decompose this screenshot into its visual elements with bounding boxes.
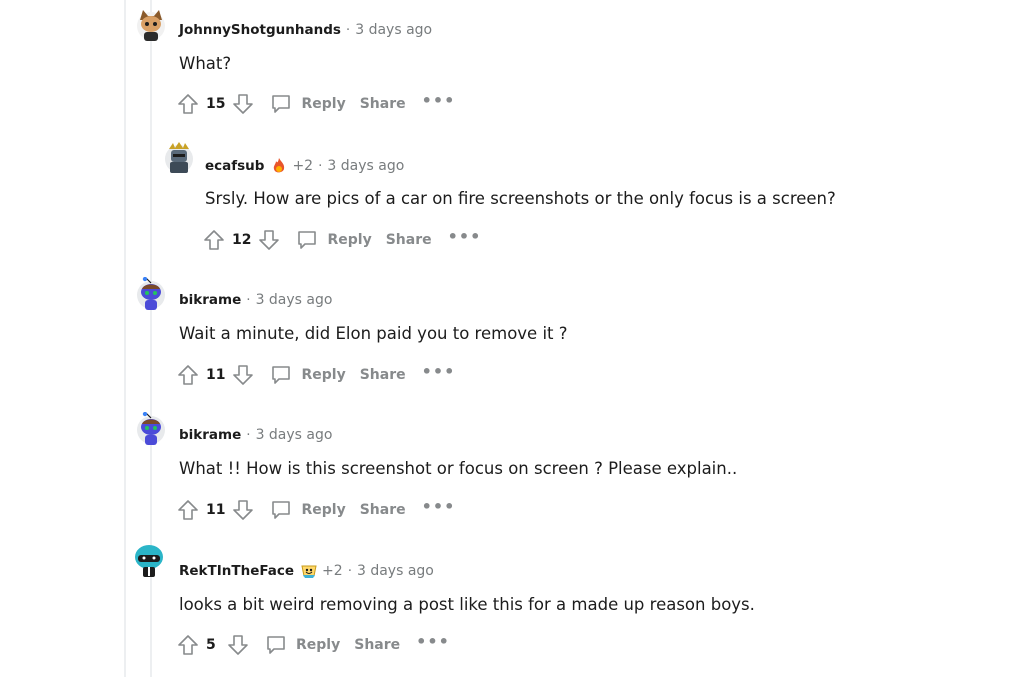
comment-bubble-icon <box>272 501 291 519</box>
comment-actions: 12 Reply Share ••• <box>202 227 481 253</box>
comment-body: What? <box>179 54 232 73</box>
vote-score: 11 <box>206 502 226 518</box>
meta-separator: · <box>347 563 352 579</box>
comment-body: Wait a minute, did Elon paid you to remo… <box>179 324 568 343</box>
upvote-icon[interactable] <box>176 633 200 657</box>
reply-label: Reply <box>327 232 372 248</box>
reply-button[interactable]: Reply <box>269 363 346 387</box>
upvote-icon[interactable] <box>202 228 226 252</box>
comment-timestamp[interactable]: 3 days ago <box>256 292 333 308</box>
reply-button[interactable]: Reply <box>264 633 340 657</box>
comment-actions: 11 Reply Share ••• <box>176 362 455 388</box>
reply-button[interactable]: Reply <box>295 228 372 252</box>
comment-bubble-icon <box>272 95 291 113</box>
upvote-icon[interactable] <box>176 92 200 116</box>
reply-label: Reply <box>296 637 341 653</box>
comment-meta: RekTInTheFace +2 · 3 days ago <box>179 562 434 580</box>
avatar[interactable] <box>134 277 168 311</box>
wholesome-award-icon[interactable] <box>300 562 318 580</box>
avatar[interactable] <box>134 412 168 446</box>
upvote-icon[interactable] <box>176 363 200 387</box>
meta-separator: · <box>318 158 323 174</box>
author-name[interactable]: RekTInTheFace <box>179 563 294 579</box>
more-options-button[interactable]: ••• <box>422 93 456 112</box>
reply-button[interactable]: Reply <box>269 92 346 116</box>
comment-body: looks a bit weird removing a post like t… <box>179 595 755 614</box>
downvote-icon[interactable] <box>231 498 255 522</box>
thread-line[interactable] <box>124 0 126 677</box>
reply-label: Reply <box>301 502 346 518</box>
comment-timestamp[interactable]: 3 days ago <box>327 158 404 174</box>
share-button[interactable]: Share <box>354 637 400 653</box>
comment-body: Srsly. How are pics of a car on fire scr… <box>205 189 836 208</box>
meta-separator: · <box>345 22 351 38</box>
snoo-blue-avatar-icon <box>137 277 165 310</box>
avatar[interactable] <box>134 8 168 42</box>
meta-separator: · <box>246 427 251 443</box>
meta-separator: · <box>246 292 251 308</box>
share-button[interactable]: Share <box>360 502 406 518</box>
upvote-icon[interactable] <box>176 498 200 522</box>
fire-award-icon[interactable] <box>270 157 288 175</box>
comment-timestamp[interactable]: 3 days ago <box>357 563 434 579</box>
award-count: +2 <box>292 158 314 174</box>
comment-timestamp[interactable]: 3 days ago <box>256 427 333 443</box>
reply-button[interactable]: Reply <box>269 498 346 522</box>
vote-score: 5 <box>206 637 216 653</box>
more-options-button[interactable]: ••• <box>422 364 456 383</box>
author-name[interactable]: JohnnyShotgunhands <box>179 22 341 38</box>
comment-meta: ecafsub +2 · 3 days ago <box>205 157 404 175</box>
downvote-icon[interactable] <box>257 228 281 252</box>
snoo-blue-avatar-icon <box>137 412 165 445</box>
author-name[interactable]: bikrame <box>179 427 241 443</box>
share-button[interactable]: Share <box>360 96 406 112</box>
downvote-icon[interactable] <box>226 633 250 657</box>
snoo-hat-avatar-icon <box>137 10 165 41</box>
downvote-icon[interactable] <box>231 363 255 387</box>
award-count: +2 <box>322 563 343 579</box>
comment-meta: bikrame · 3 days ago <box>179 292 332 308</box>
share-button[interactable]: Share <box>360 367 406 383</box>
reply-label: Reply <box>301 367 346 383</box>
more-options-button[interactable]: ••• <box>448 229 482 248</box>
more-options-button[interactable]: ••• <box>416 634 450 653</box>
more-options-button[interactable]: ••• <box>422 499 456 518</box>
vote-score: 12 <box>232 232 252 248</box>
share-button[interactable]: Share <box>386 232 432 248</box>
vote-score: 11 <box>206 367 226 383</box>
author-name[interactable]: ecafsub <box>205 158 264 174</box>
comment-actions: 11 Reply Share ••• <box>176 497 455 523</box>
reply-label: Reply <box>301 96 346 112</box>
author-name[interactable]: bikrame <box>179 292 241 308</box>
avatar[interactable] <box>132 543 166 577</box>
comment-bubble-icon <box>267 636 285 654</box>
snoo-visor-avatar-icon <box>135 545 163 577</box>
comment-meta: JohnnyShotgunhands · 3 days ago <box>179 22 432 38</box>
comment-actions: 5 Reply Share ••• <box>176 632 450 658</box>
comment-meta: bikrame · 3 days ago <box>179 427 332 443</box>
comment-bubble-icon <box>272 366 291 384</box>
comment-bubble-icon <box>298 231 317 249</box>
avatar[interactable] <box>162 141 196 175</box>
vote-score: 15 <box>206 96 226 112</box>
comment-body: What !! How is this screenshot or focus … <box>179 459 738 478</box>
downvote-icon[interactable] <box>231 92 255 116</box>
comment-actions: 15 Reply Share ••• <box>176 91 455 117</box>
comment-timestamp[interactable]: 3 days ago <box>355 22 432 38</box>
snoo-armor-avatar-icon <box>165 142 193 173</box>
